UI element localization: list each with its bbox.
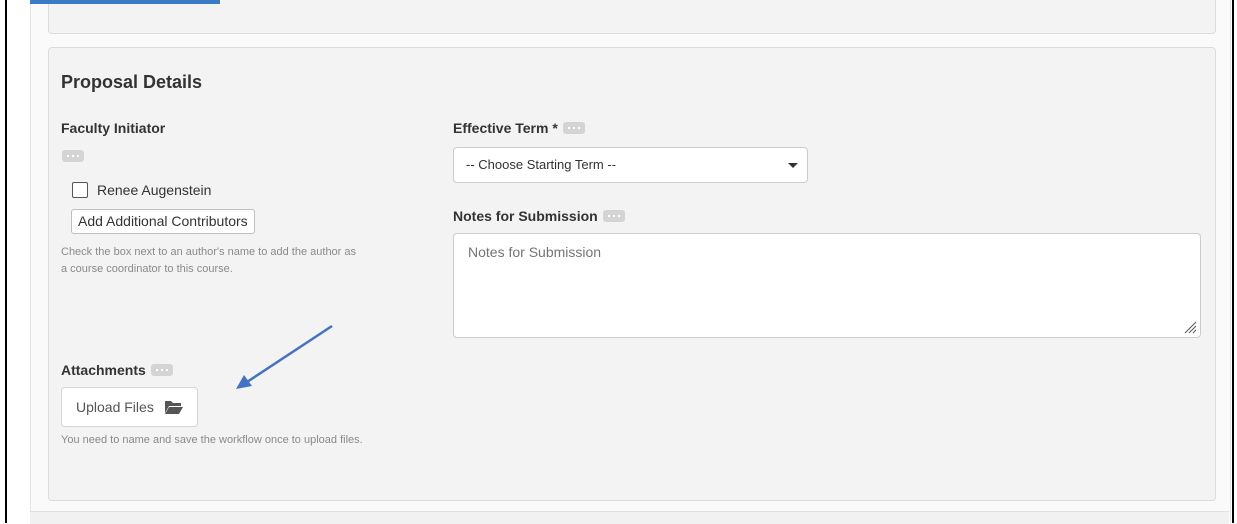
ellipsis-icon[interactable] <box>62 150 84 162</box>
ellipsis-icon[interactable] <box>562 122 585 135</box>
add-contributors-button[interactable]: Add Additional Contributors <box>71 209 255 234</box>
frame-border-right <box>1232 0 1234 523</box>
active-tab-indicator <box>30 0 220 4</box>
effective-term-selected: -- Choose Starting Term -- <box>466 157 617 172</box>
effective-term-select[interactable]: -- Choose Starting Term -- <box>453 147 808 183</box>
coordinator-help-line-2: a course coordinator to this course. <box>61 263 233 275</box>
chevron-down-icon <box>788 163 798 168</box>
upload-files-label: Upload Files <box>76 399 154 415</box>
notes-heading: Notes for Submission <box>453 208 625 224</box>
section-title: Proposal Details <box>61 72 203 92</box>
upload-files-button[interactable]: Upload Files <box>61 387 198 427</box>
annotation-arrow-icon <box>236 324 333 389</box>
notes-textarea[interactable] <box>453 233 1201 338</box>
ellipsis-icon[interactable] <box>150 364 173 377</box>
effective-term-label: Effective Term * <box>453 120 558 136</box>
coordinator-help-text: Check the box next to an author's name t… <box>61 244 356 278</box>
attachments-heading: Attachments <box>61 362 173 378</box>
coordinator-help-line-1: Check the box next to an author's name t… <box>61 246 357 258</box>
faculty-initiator-label: Faculty Initiator <box>61 120 166 136</box>
upload-help-text: You need to name and save the workflow o… <box>61 434 363 446</box>
previous-section-panel <box>48 0 1216 34</box>
author-name[interactable]: Renee Augenstein <box>97 182 211 198</box>
next-section-edge <box>30 511 1229 524</box>
folder-open-icon <box>164 401 183 414</box>
frame-border-left <box>5 0 7 523</box>
resize-handle-icon[interactable] <box>1183 320 1197 334</box>
author-checkbox-row[interactable]: Renee Augenstein <box>72 182 211 198</box>
ellipsis-icon[interactable] <box>602 210 625 223</box>
author-checkbox[interactable] <box>72 182 88 198</box>
notes-label: Notes for Submission <box>453 208 598 224</box>
attachments-label: Attachments <box>61 362 146 378</box>
effective-term-heading: Effective Term * <box>453 120 585 136</box>
